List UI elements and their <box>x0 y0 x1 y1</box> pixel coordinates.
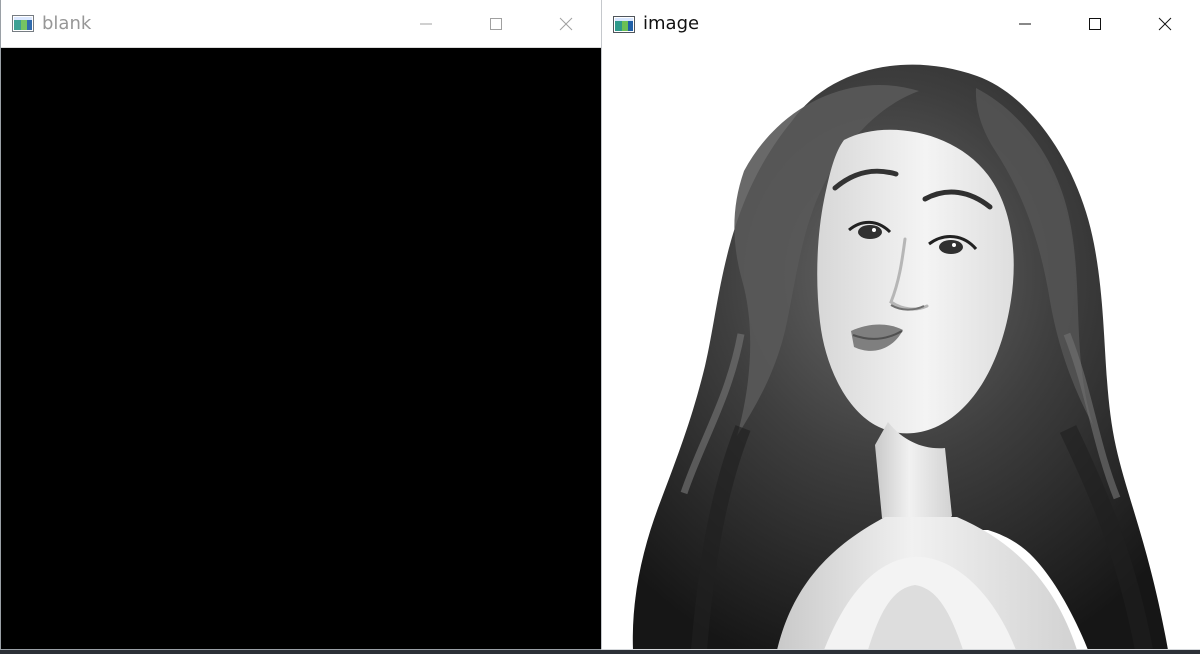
image-window-controls <box>990 0 1200 48</box>
blank-image-canvas[interactable] <box>1 48 601 649</box>
image-window-title: image <box>643 13 700 34</box>
maximize-icon <box>490 17 502 30</box>
minimize-icon <box>420 23 432 24</box>
minimize-icon <box>1019 23 1031 25</box>
blank-window-titlebar[interactable]: blank <box>1 0 601 48</box>
blank-window-controls <box>391 0 601 48</box>
maximize-icon <box>1089 18 1101 30</box>
desktop-bottom-strip <box>0 650 1200 654</box>
image-minimize-button[interactable] <box>990 0 1060 48</box>
blank-minimize-button[interactable] <box>391 0 461 48</box>
close-icon <box>559 17 573 30</box>
blank-close-button[interactable] <box>531 0 601 48</box>
blank-maximize-button[interactable] <box>461 0 531 48</box>
portrait-illustration <box>602 48 1200 649</box>
close-icon <box>1158 17 1172 31</box>
image-window[interactable]: image <box>601 0 1200 650</box>
blank-window-title: blank <box>42 12 92 34</box>
image-close-button[interactable] <box>1130 0 1200 48</box>
desktop: cv.destroyAllWindows() blank <box>0 0 1200 654</box>
blank-window[interactable]: blank <box>0 0 602 650</box>
image-window-titlebar[interactable]: image <box>602 0 1200 48</box>
opencv-window-icon <box>12 15 34 32</box>
opencv-window-icon <box>613 15 635 33</box>
image-maximize-button[interactable] <box>1060 0 1130 48</box>
grayscale-portrait-image[interactable] <box>602 48 1200 649</box>
